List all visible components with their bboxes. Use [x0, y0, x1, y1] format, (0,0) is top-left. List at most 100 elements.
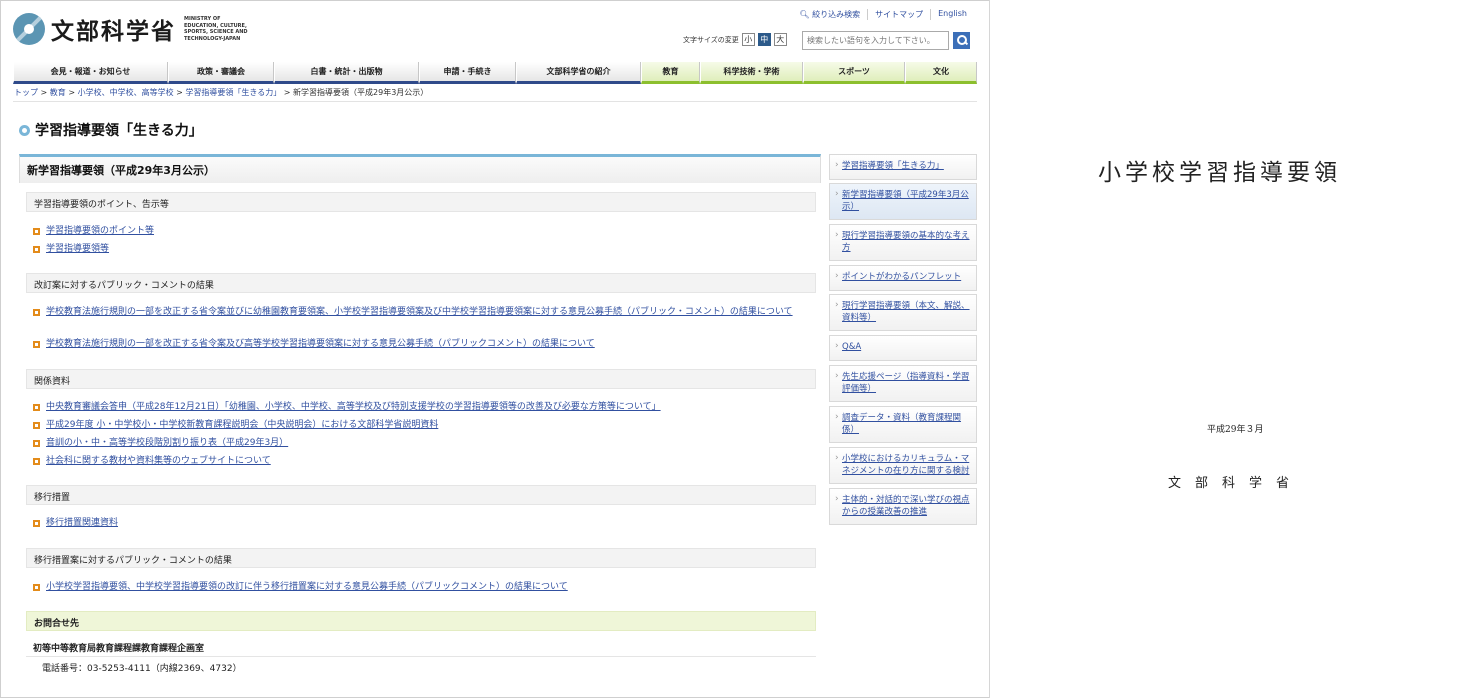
- content-link[interactable]: 小学校学習指導要領、中学校学習指導要領の改訂に伴う移行措置案に対する意見公募手続…: [46, 581, 568, 594]
- content-link[interactable]: 音訓の小・中・高等学校段階別割り振り表（平成29年3月）: [46, 437, 288, 450]
- nav-item-about[interactable]: 文部科学省の紹介: [516, 62, 641, 84]
- nav-item-applications[interactable]: 申請・手続き: [419, 62, 516, 84]
- side-item-label: 学習指導要領「生きる力」: [842, 161, 944, 171]
- list-item: 学校教育法施行規則の一部を改正する省令案並びに幼稚園教育要領案、小学校学習指導要…: [33, 306, 813, 319]
- search-input[interactable]: [802, 31, 949, 50]
- side-item-label: Q&A: [842, 342, 862, 352]
- list-item: 社会科に関する教材や資料集等のウェブサイトについて: [33, 455, 271, 468]
- content-link[interactable]: 学習指導要領等: [46, 243, 109, 256]
- font-size-medium-button[interactable]: 中: [757, 33, 771, 46]
- side-item[interactable]: 小学校におけるカリキュラム・マネジメントの在り方に関する検討: [829, 447, 977, 484]
- search-button[interactable]: [953, 32, 970, 49]
- nav-item-culture[interactable]: 文化: [905, 62, 977, 84]
- list-item: 中央教育審議会答申（平成28年12月21日）「幼稚園、小学校、中学校、高等学校及…: [33, 401, 661, 414]
- side-item-label: 先生応援ページ（指導資料・学習評価等）: [842, 372, 970, 394]
- bullet-icon: [33, 458, 40, 465]
- logo-icon: [13, 13, 45, 45]
- breadcrumb-education[interactable]: 教育: [50, 88, 66, 97]
- document-date: 平成29年３月: [1207, 425, 1264, 435]
- side-item[interactable]: 主体的・対話的で深い学びの視点からの授業改善の推進: [829, 488, 977, 525]
- list-item: 学習指導要領等: [33, 243, 109, 256]
- breadcrumb-current: 新学習指導要領（平成29年3月公示）: [293, 88, 429, 97]
- side-item-label: ポイントがわかるパンフレット: [842, 272, 962, 282]
- document-cover: 小学校学習指導要領 平成29年３月 文部科学省: [990, 0, 1480, 698]
- ministry-website: 文部科学省 MINISTRY OF EDUCATION, CULTURE, SP…: [0, 0, 990, 698]
- font-size-switcher: 文字サイズの変更 小 中 大: [683, 33, 787, 46]
- subsection-title: 改訂案に対するパブリック・コメントの結果: [26, 273, 816, 293]
- side-item[interactable]: Q&A: [829, 335, 977, 361]
- nav-item-press[interactable]: 会見・報道・お知らせ: [13, 62, 168, 84]
- side-item-label: 現行学習指導要領（本文、解説、資料等）: [842, 301, 970, 323]
- list-item: 学習指導要領のポイント等: [33, 225, 154, 238]
- content-link[interactable]: 中央教育審議会答申（平成28年12月21日）「幼稚園、小学校、中学校、高等学校及…: [46, 401, 661, 414]
- side-item-current[interactable]: 新学習指導要領（平成29年3月公示）: [829, 183, 977, 220]
- content-link[interactable]: 学校教育法施行規則の一部を改正する省令案並びに幼稚園教育要領案、小学校学習指導要…: [46, 306, 793, 319]
- list-item: 平成29年度 小・中学校小・中学校新教育課程説明会（中央説明会）における文部科学…: [33, 419, 438, 432]
- side-item[interactable]: 先生応援ページ（指導資料・学習評価等）: [829, 365, 977, 402]
- bullet-icon: [33, 341, 40, 348]
- divider: [13, 101, 977, 102]
- side-item[interactable]: 現行学習指導要領の基本的な考え方: [829, 224, 977, 261]
- global-nav: 会見・報道・お知らせ 政策・審議会 白書・統計・出版物 申請・手続き 文部科学省…: [13, 62, 977, 84]
- bullet-icon: [33, 584, 40, 591]
- bullet-icon: [33, 440, 40, 447]
- side-item-label: 主体的・対話的で深い学びの視点からの授業改善の推進: [842, 495, 970, 517]
- nav-item-sports[interactable]: スポーツ: [803, 62, 905, 84]
- logo-text: 文部科学省: [51, 19, 176, 45]
- list-item: 小学校学習指導要領、中学校学習指導要領の改訂に伴う移行措置案に対する意見公募手続…: [33, 581, 568, 594]
- subsection-title: 移行措置: [26, 485, 816, 505]
- nav-item-policy[interactable]: 政策・審議会: [168, 62, 274, 84]
- side-item-label: 新学習指導要領（平成29年3月公示）: [842, 190, 969, 212]
- site-search: [802, 31, 972, 50]
- side-item[interactable]: 学習指導要領「生きる力」: [829, 154, 977, 180]
- util-link-label: 絞り込み検索: [812, 10, 861, 19]
- utility-links: 🔍︎ 絞り込み検索 サイトマップ English: [792, 9, 974, 20]
- page-title: 学習指導要領「生きる力」: [19, 120, 203, 140]
- content-link[interactable]: 学習指導要領のポイント等: [46, 225, 154, 238]
- divider: [26, 656, 816, 657]
- bullet-icon: [33, 404, 40, 411]
- nav-item-science[interactable]: 科学技術・学術: [700, 62, 803, 84]
- search-icon: 🔍︎: [799, 10, 810, 19]
- bullet-icon: [33, 422, 40, 429]
- subsection-title: 関係資料: [26, 369, 816, 389]
- bullet-icon: [33, 246, 40, 253]
- section-title: 新学習指導要領（平成29年3月公示）: [19, 154, 821, 183]
- breadcrumb: トップ > 教育 > 小学校、中学校、高等学校 > 学習指導要領「生きる力」 >…: [14, 88, 429, 97]
- list-item: 学校教育法施行規則の一部を改正する省令案及び高等学校学習指導要領案に対する意見公…: [33, 338, 595, 351]
- subsection-title: 学習指導要領のポイント、告示等: [26, 192, 816, 212]
- content-link[interactable]: 平成29年度 小・中学校小・中学校新教育課程説明会（中央説明会）における文部科学…: [46, 419, 438, 432]
- subsection-title: 移行措置案に対するパブリック・コメントの結果: [26, 548, 816, 568]
- title-bullet-icon: [19, 124, 30, 136]
- site-logo[interactable]: 文部科学省 MINISTRY OF EDUCATION, CULTURE, SP…: [13, 12, 254, 46]
- breadcrumb-top[interactable]: トップ: [14, 88, 38, 97]
- side-item[interactable]: 調査データ・資料（教育課程関係）: [829, 406, 977, 443]
- nav-item-publications[interactable]: 白書・統計・出版物: [274, 62, 419, 84]
- side-item[interactable]: ポイントがわかるパンフレット: [829, 265, 977, 291]
- logo-english: MINISTRY OF EDUCATION, CULTURE, SPORTS, …: [184, 16, 248, 42]
- main-content: 新学習指導要領（平成29年3月公示） 学習指導要領のポイント、告示等 学習指導要…: [19, 154, 821, 674]
- content-link[interactable]: 学校教育法施行規則の一部を改正する省令案及び高等学校学習指導要領案に対する意見公…: [46, 338, 595, 351]
- util-link-english[interactable]: English: [930, 9, 974, 20]
- bullet-icon: [33, 309, 40, 316]
- side-item-label: 小学校におけるカリキュラム・マネジメントの在り方に関する検討: [842, 454, 970, 476]
- font-size-large-button[interactable]: 大: [773, 33, 787, 46]
- content-link[interactable]: 移行措置関連資料: [46, 517, 118, 530]
- content-link[interactable]: 社会科に関する教材や資料集等のウェブサイトについて: [46, 455, 271, 468]
- breadcrumb-ikiru-chikara[interactable]: 学習指導要領「生きる力」: [185, 88, 281, 97]
- breadcrumb-schools[interactable]: 小学校、中学校、高等学校: [78, 88, 174, 97]
- bullet-icon: [33, 520, 40, 527]
- util-link-refine-search[interactable]: 🔍︎ 絞り込み検索: [792, 9, 867, 20]
- side-item-label: 調査データ・資料（教育課程関係）: [842, 413, 962, 435]
- contact-department: 初等中等教育局教育課程課教育課程企画室: [33, 644, 205, 654]
- document-title: 小学校学習指導要領: [1098, 160, 1341, 186]
- document-ministry: 文部科学省: [1168, 476, 1304, 491]
- font-size-label: 文字サイズの変更: [683, 35, 739, 44]
- util-link-sitemap[interactable]: サイトマップ: [867, 9, 930, 20]
- side-item-label: 現行学習指導要領の基本的な考え方: [842, 231, 970, 253]
- page-title-text: 学習指導要領「生きる力」: [35, 123, 203, 139]
- contact-phone: 電話番号：03-5253-4111（内線2369、4732）: [42, 664, 242, 674]
- side-item[interactable]: 現行学習指導要領（本文、解説、資料等）: [829, 294, 977, 331]
- font-size-small-button[interactable]: 小: [741, 33, 755, 46]
- nav-item-education[interactable]: 教育: [641, 62, 700, 84]
